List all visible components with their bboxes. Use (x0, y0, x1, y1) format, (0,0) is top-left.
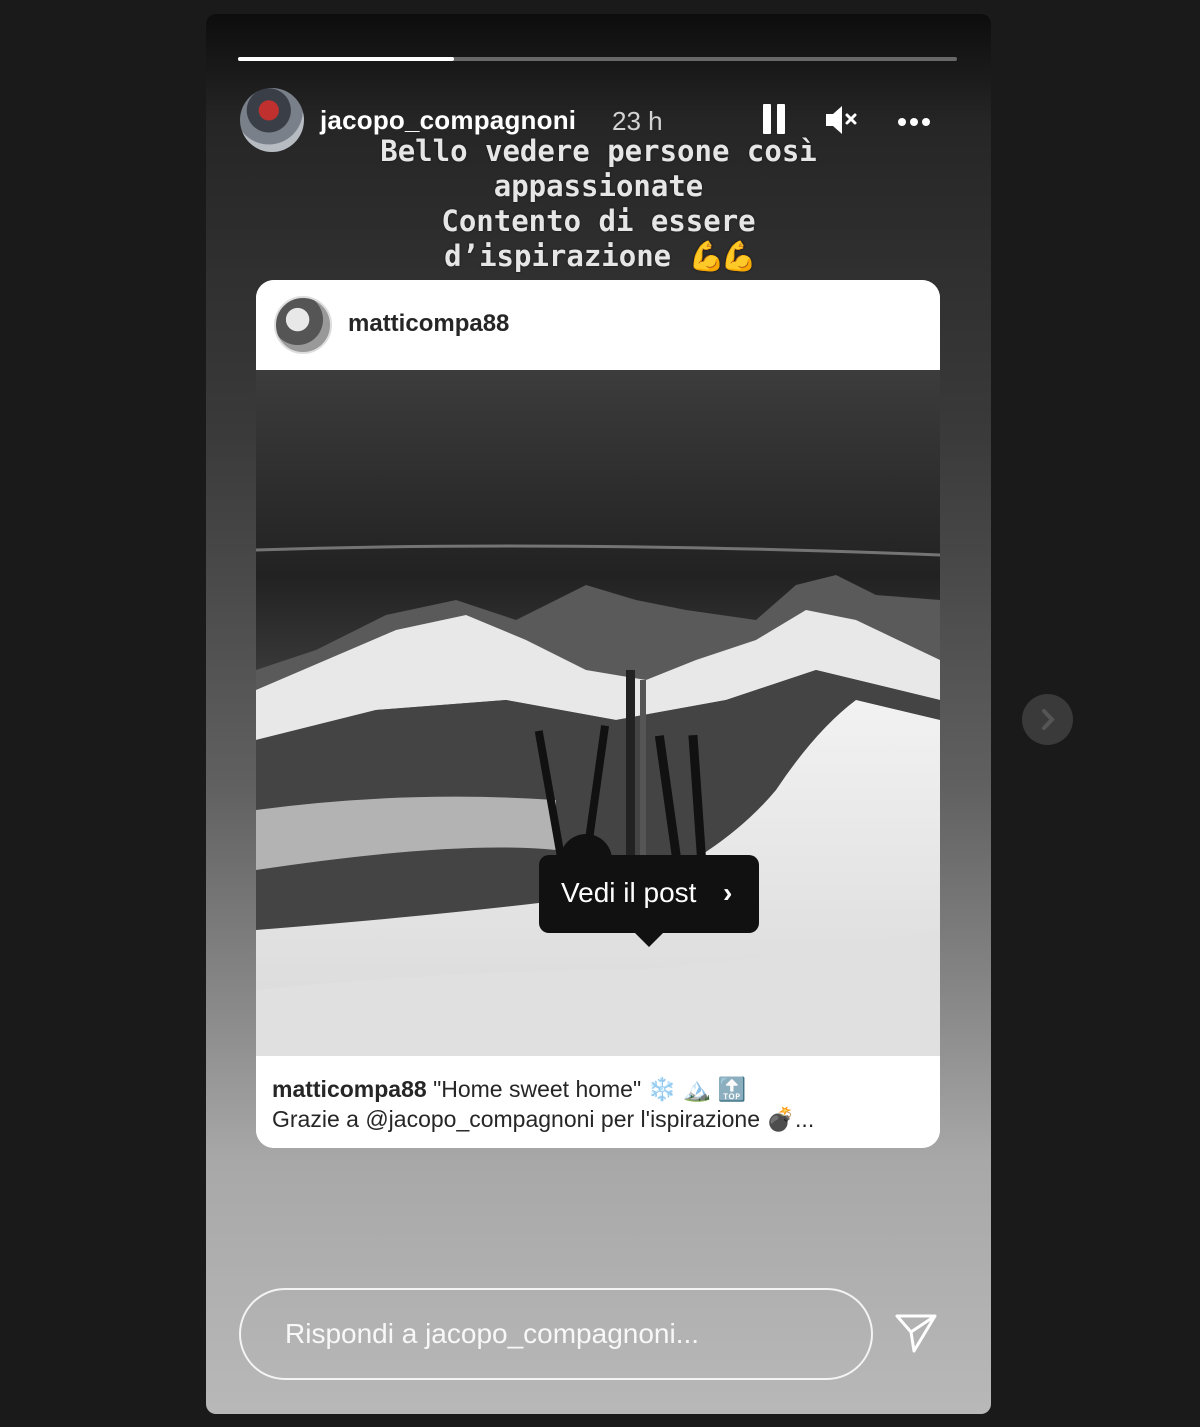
story-caption: Bello vedere persone così appassionate C… (206, 134, 991, 274)
story-username[interactable]: jacopo_compagnoni (320, 105, 576, 136)
story-time: 23 h (612, 106, 663, 136)
post-caption: matticompa88 "Home sweet home" ❄️ 🏔️ 🔝 G… (256, 1056, 940, 1148)
reply-input[interactable]: Rispondi a jacopo_compagnoni... (239, 1288, 873, 1380)
view-post-label: Vedi il post (561, 877, 697, 908)
story-viewer: jacopo_compagnoni 23 h Bello vedere pers… (206, 14, 991, 1414)
caption-line2: Grazie a @jacopo_compagnoni per l'ispira… (272, 1106, 815, 1132)
post-header: matticompa88 (256, 280, 940, 370)
caption-text: "Home sweet home" ❄️ 🏔️ 🔝 (433, 1076, 747, 1102)
story-progress-fill (238, 57, 454, 61)
view-post-button[interactable]: Vedi il post › (539, 855, 759, 947)
muscle-emoji: 💪💪 (688, 239, 757, 273)
post-avatar (274, 296, 332, 354)
caption-line: Contento di essere (441, 204, 756, 238)
reply-placeholder: Rispondi a jacopo_compagnoni... (285, 1318, 700, 1349)
post-photo (256, 370, 940, 1056)
next-story-button[interactable] (1022, 694, 1073, 745)
caption-line: Bello vedere persone così (380, 134, 817, 168)
chevron-right-icon (1042, 709, 1055, 730)
send-icon[interactable] (894, 1312, 938, 1354)
caption-line: d’ispirazione (444, 239, 672, 273)
caption-line: appassionate (493, 169, 704, 203)
chevron-right-icon: › (723, 877, 733, 908)
caption-username: matticompa88 (272, 1076, 427, 1102)
shared-post-card[interactable]: matticompa88 matticompa88 "Home sweet ho… (256, 280, 940, 1148)
post-username: matticompa88 (348, 310, 510, 337)
story-progress-bar (238, 57, 957, 61)
